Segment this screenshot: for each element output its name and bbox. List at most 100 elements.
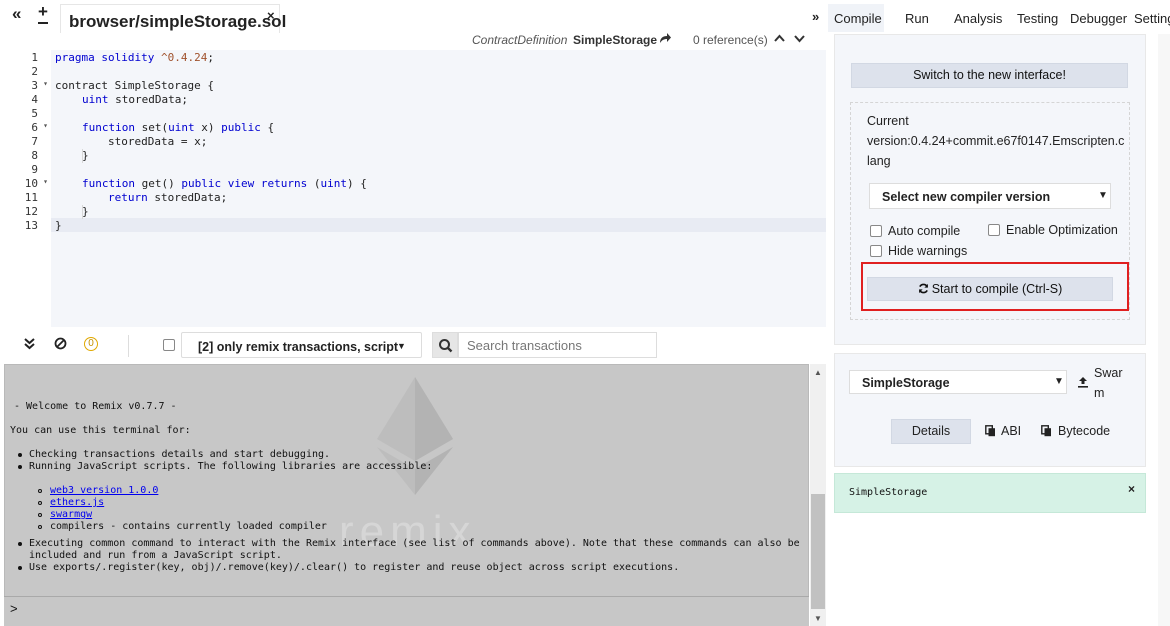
terminal-list-item: Running JavaScript scripts. The followin… xyxy=(29,461,433,472)
line-number: 6 ▾ xyxy=(31,121,48,134)
tab-analysis[interactable]: Analysis xyxy=(954,11,1002,26)
terminal-output[interactable]: remix - Welcome to Remix v0.7.7 - You ca… xyxy=(4,364,809,626)
line-number: 10 ▾ xyxy=(24,177,48,190)
copy-icon[interactable] xyxy=(985,424,996,442)
code-area[interactable]: pragma solidity ^0.4.24; contract Simple… xyxy=(51,50,826,327)
tab-compile[interactable]: Compile xyxy=(828,4,884,32)
terminal-list-item: Executing common command to interact wit… xyxy=(29,538,800,549)
compiler-select-label: Select new compiler version xyxy=(882,190,1051,204)
swarm-label[interactable]: Swar xyxy=(1094,366,1122,380)
version-label: Current xyxy=(867,114,909,128)
tab-debugger[interactable]: Debugger xyxy=(1070,11,1127,26)
line-number: 12 xyxy=(24,205,38,218)
references-count: 0 reference(s) xyxy=(693,33,768,47)
bullet xyxy=(38,525,42,529)
fold-arrow-icon[interactable]: ▾ xyxy=(43,177,48,186)
compile-result: SimpleStorage × xyxy=(834,473,1146,513)
intro-text: You can use this terminal for: xyxy=(10,425,191,436)
details-button[interactable]: Details xyxy=(891,419,971,444)
web3-link[interactable]: web3 version 1.0.0 xyxy=(50,485,158,497)
bullet xyxy=(18,542,22,546)
terminal-list-item: included and run from a JavaScript scrip… xyxy=(29,550,282,561)
copy-icon[interactable] xyxy=(1041,424,1052,442)
bullet xyxy=(18,566,22,570)
chevron-up-icon[interactable] xyxy=(774,31,785,45)
swarm-label[interactable]: m xyxy=(1094,386,1104,400)
upload-icon[interactable] xyxy=(1077,376,1089,391)
tab-run[interactable]: Run xyxy=(905,11,929,26)
enable-optimization-checkbox[interactable] xyxy=(988,224,1000,236)
code-line: return storedData; xyxy=(108,191,228,204)
terminal-input[interactable]: > xyxy=(4,596,809,626)
bullet xyxy=(38,513,42,517)
filter-label: [2] only remix transactions, script xyxy=(198,340,399,354)
code-line: } xyxy=(82,205,89,218)
line-number: 4 xyxy=(31,93,38,106)
code-line: contract SimpleStorage { xyxy=(55,79,214,92)
bytecode-button[interactable]: Bytecode xyxy=(1058,424,1110,438)
panel-scrollbar[interactable] xyxy=(1158,34,1170,626)
terminal-list-item: Checking transactions details and start … xyxy=(29,449,331,460)
hide-warnings-checkbox[interactable] xyxy=(870,245,882,257)
reference-bar: ContractDefinition SimpleStorage 0 refer… xyxy=(0,33,826,49)
chevron-down-icon[interactable] xyxy=(794,32,805,46)
ethers-link[interactable]: ethers.js xyxy=(50,497,104,509)
line-number: 5 xyxy=(31,107,38,120)
hide-warnings-label: Hide warnings xyxy=(888,244,968,258)
bullet xyxy=(18,453,22,457)
highlight-box xyxy=(861,262,1129,311)
collapse-right-icon[interactable]: » xyxy=(812,9,819,24)
caret-down-icon: ▼ xyxy=(397,341,406,351)
line-number: 3 ▾ xyxy=(31,79,48,92)
code-line: pragma solidity ^0.4.24; xyxy=(55,51,214,64)
bullet xyxy=(38,501,42,505)
line-number: 11 xyxy=(24,191,38,204)
collapse-terminal-icon[interactable] xyxy=(24,338,35,353)
fold-arrow-icon[interactable]: ▾ xyxy=(43,79,48,88)
compiler-version-select[interactable]: Select new compiler version ▼ xyxy=(869,183,1111,209)
pending-transactions-badge: 0 xyxy=(84,337,98,351)
file-tab[interactable]: browser/simpleStorage.sol × xyxy=(60,4,286,33)
line-number: 13 xyxy=(24,219,38,232)
terminal-list-item: compilers - contains currently loaded co… xyxy=(50,521,327,532)
code-editor[interactable]: ContractDefinition SimpleStorage 0 refer… xyxy=(0,33,826,327)
fold-arrow-icon[interactable]: ▾ xyxy=(43,121,48,130)
switch-interface-button[interactable]: Switch to the new interface! xyxy=(851,63,1128,88)
enable-optimization-label: Enable Optimization xyxy=(1006,223,1118,237)
version-value: lang xyxy=(867,154,891,168)
terminal-scrollbar[interactable]: ▲ ▼ xyxy=(810,364,826,626)
new-file-icon[interactable]: + xyxy=(38,2,48,22)
collapse-left-icon[interactable]: « xyxy=(12,4,21,24)
version-value: version:0.4.24+commit.e67f0147.Emscripte… xyxy=(867,134,1125,148)
close-icon[interactable]: × xyxy=(267,8,275,23)
scroll-up-icon[interactable]: ▲ xyxy=(814,368,822,377)
terminal-list-item: Use exports/.register(key, obj)/.remove(… xyxy=(29,562,680,573)
bullet xyxy=(38,489,42,493)
ethereum-logo-icon xyxy=(377,377,453,495)
scroll-down-icon[interactable]: ▼ xyxy=(814,614,822,623)
close-icon[interactable]: × xyxy=(1128,482,1135,496)
abi-button[interactable]: ABI xyxy=(1001,424,1021,438)
scrollbar-thumb[interactable] xyxy=(811,494,825,609)
listen-network-checkbox[interactable] xyxy=(163,339,175,351)
contract-select[interactable]: SimpleStorage ▼ xyxy=(849,370,1067,394)
tab-settings[interactable]: Settings xyxy=(1134,11,1170,26)
line-number: 1 xyxy=(31,51,38,64)
search-transactions-input[interactable] xyxy=(458,332,657,358)
code-line: } xyxy=(82,149,89,162)
tab-testing[interactable]: Testing xyxy=(1017,11,1058,26)
prompt-icon: > xyxy=(10,601,18,616)
auto-compile-label: Auto compile xyxy=(888,224,961,238)
auto-compile-checkbox[interactable] xyxy=(870,225,882,237)
search-icon[interactable] xyxy=(432,332,458,358)
swarmgw-link[interactable]: swarmgw xyxy=(50,509,92,521)
definition-type: ContractDefinition xyxy=(472,33,568,47)
minus-icon[interactable] xyxy=(38,22,48,24)
goto-definition-icon[interactable] xyxy=(659,32,671,47)
transaction-filter-select[interactable]: [2] only remix transactions, script ▼ xyxy=(181,332,422,358)
code-line: function get() public view returns (uint… xyxy=(82,177,367,190)
clear-console-icon[interactable] xyxy=(54,337,67,353)
line-number: 8 xyxy=(31,149,38,162)
right-panel-tabs: Compile Run Analysis Testing Debugger Se… xyxy=(828,4,1170,32)
definition-name: SimpleStorage xyxy=(573,33,658,47)
